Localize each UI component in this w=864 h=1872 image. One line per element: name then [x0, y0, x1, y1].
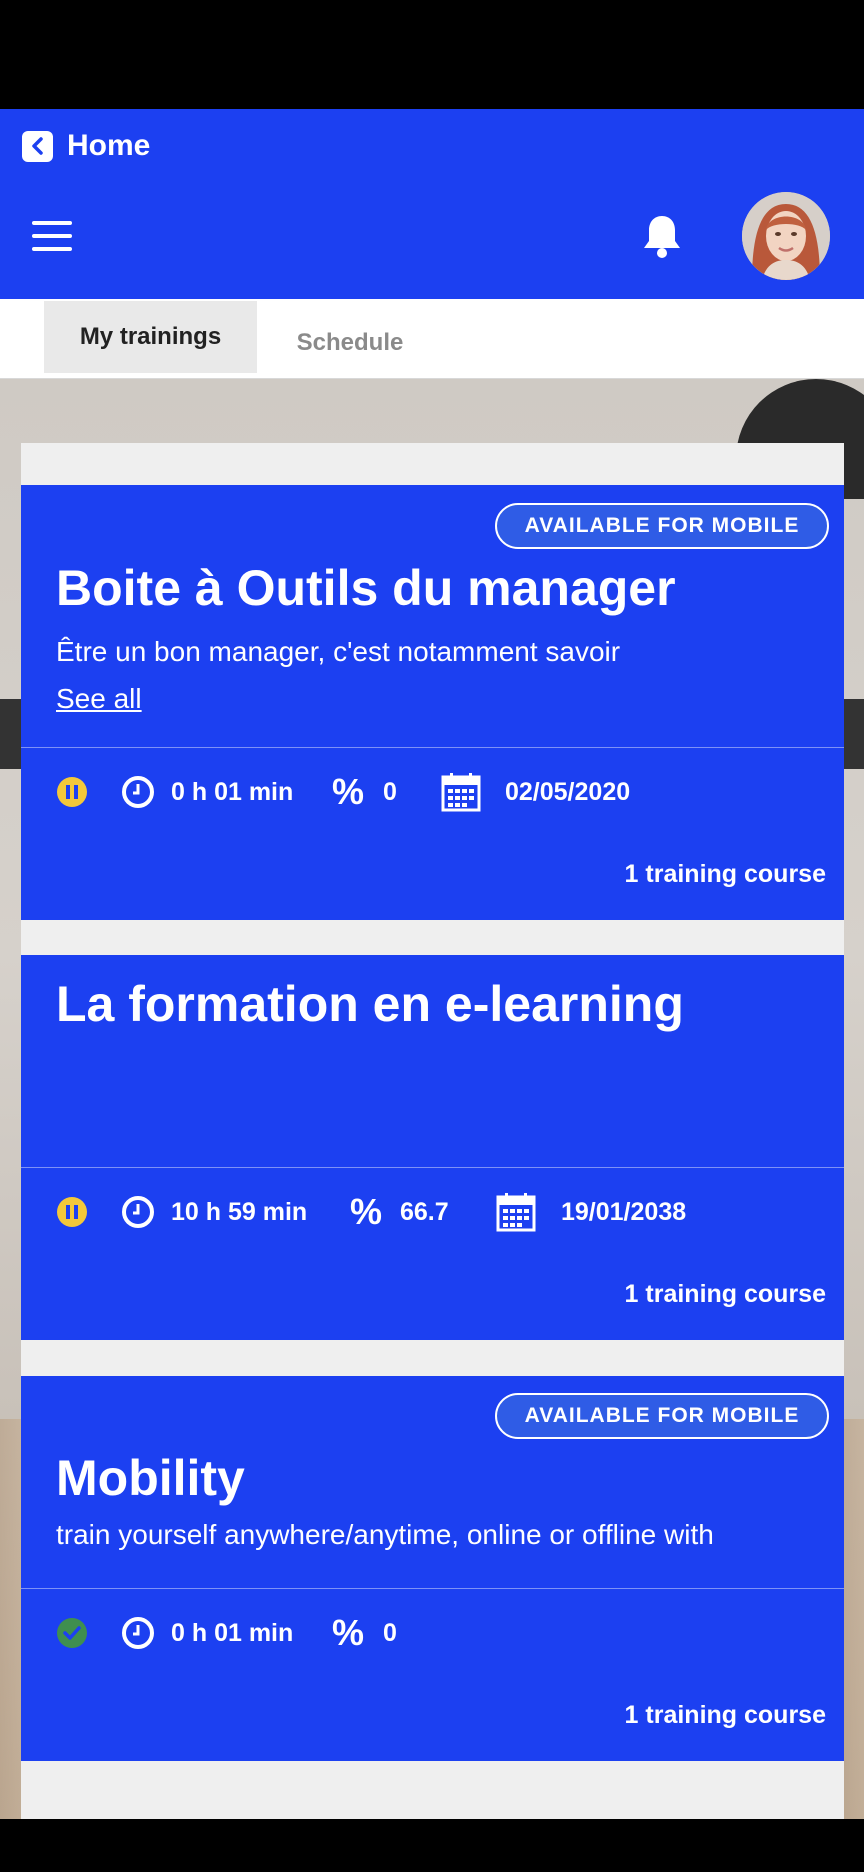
- training-title: Mobility: [56, 1450, 245, 1506]
- training-description: Être un bon manager, c'est notamment sav…: [56, 636, 621, 667]
- user-avatar[interactable]: [742, 192, 830, 280]
- percent-icon: %: [350, 1191, 383, 1232]
- hamburger-menu-icon[interactable]: [32, 221, 72, 251]
- divider: [21, 747, 844, 748]
- training-meta: 0 h 01 min % 0: [21, 1612, 844, 1653]
- progress-value: 66.7: [400, 1197, 449, 1226]
- training-meta: 0 h 01 min % 0 02/05/2020: [21, 771, 844, 812]
- training-description: train yourself anywhere/anytime, online …: [56, 1519, 714, 1550]
- percent-icon: %: [332, 771, 365, 812]
- due-date: 02/05/2020: [505, 777, 631, 806]
- calendar-icon: [441, 772, 481, 812]
- mobile-availability-badge: AVAILABLE FOR MOBILE: [495, 503, 829, 549]
- training-card[interactable]: La formation en e-learning 10 h 59 min %…: [21, 955, 844, 1340]
- due-date: 19/01/2038: [561, 1197, 687, 1226]
- duration: 0 h 01 min: [171, 1618, 294, 1647]
- progress-value: 0: [383, 1618, 397, 1647]
- tab-schedule[interactable]: Schedule: [270, 301, 430, 373]
- training-card[interactable]: AVAILABLE FOR MOBILE Mobility train your…: [21, 1376, 844, 1761]
- pause-icon: [56, 772, 88, 812]
- training-card[interactable]: AVAILABLE FOR MOBILE Boite à Outils du m…: [21, 485, 844, 920]
- back-label: Home: [67, 129, 151, 162]
- mobile-availability-badge: AVAILABLE FOR MOBILE: [495, 1393, 829, 1439]
- duration: 10 h 59 min: [171, 1197, 308, 1226]
- check-circle-icon: [56, 1613, 88, 1653]
- app-header: Home: [0, 109, 864, 299]
- divider: [21, 1588, 844, 1589]
- course-count: 1 training course: [624, 1701, 826, 1729]
- training-title: Boite à Outils du manager: [56, 560, 676, 616]
- training-meta: 10 h 59 min % 66.7 19/01/2038: [21, 1191, 844, 1232]
- tab-bar: My trainings Schedule: [0, 299, 864, 379]
- tab-my-trainings[interactable]: My trainings: [44, 301, 257, 373]
- progress-value: 0: [383, 777, 397, 806]
- course-count: 1 training course: [624, 1280, 826, 1308]
- duration: 0 h 01 min: [171, 777, 294, 806]
- clock-icon: [121, 1192, 155, 1232]
- percent-icon: %: [332, 1612, 365, 1653]
- back-button[interactable]: Home: [22, 129, 150, 163]
- back-chevron-icon: [22, 130, 53, 162]
- course-count: 1 training course: [624, 860, 826, 888]
- calendar-icon: [496, 1192, 536, 1232]
- clock-icon: [121, 1613, 155, 1653]
- notification-bell-icon[interactable]: [640, 213, 684, 259]
- status-bar: [0, 0, 864, 109]
- system-nav-bar: [0, 1819, 864, 1872]
- clock-icon: [121, 772, 155, 812]
- divider: [21, 1167, 844, 1168]
- see-all-link[interactable]: See all: [56, 683, 142, 715]
- training-title: La formation en e-learning: [56, 976, 684, 1032]
- pause-icon: [56, 1192, 88, 1232]
